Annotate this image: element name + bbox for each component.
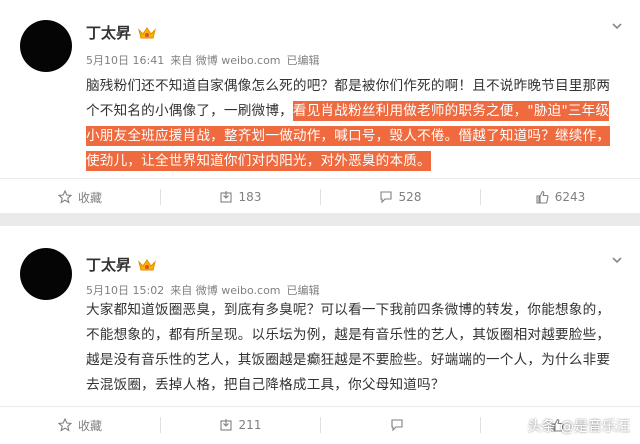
chevron-down-icon[interactable] xyxy=(610,252,624,266)
post-date[interactable]: 5月10日 15:02 xyxy=(86,282,164,298)
post-text: 大家都知道饭圈恶臭，到底有多臭呢？可以看一下我前四条微博的转发，你能想象的，不能… xyxy=(86,302,611,393)
repost-icon xyxy=(219,419,232,431)
vip-crown-icon xyxy=(137,257,157,273)
repost-count: 211 xyxy=(238,418,262,432)
post-content: 脑残粉们还不知道自家偶像怎么死的吧？都是被你们作死的啊！且不说昨晚节目里那两个不… xyxy=(86,74,621,174)
like-button[interactable]: 6243 xyxy=(480,179,640,215)
comment-icon xyxy=(391,419,403,432)
author-name[interactable]: 丁太昇 xyxy=(86,22,157,43)
comment-button[interactable] xyxy=(320,407,480,443)
watermark: 头条 @是音乐汪 xyxy=(528,416,630,436)
collect-label: 收藏 xyxy=(77,418,102,433)
thumbs-up-icon xyxy=(536,190,549,204)
post-source[interactable]: 来自 微博 weibo.com xyxy=(170,52,280,68)
post-date[interactable]: 5月10日 16:41 xyxy=(86,52,164,68)
collect-button[interactable]: 收藏 xyxy=(0,407,160,443)
collect-label: 收藏 xyxy=(77,190,102,205)
repost-count: 183 xyxy=(238,190,262,204)
star-icon xyxy=(57,418,72,432)
edited-label: 已编辑 xyxy=(286,284,320,297)
vip-crown-icon xyxy=(137,25,157,41)
weibo-post-1: 丁太昇 5月10日 16:41 来自 微博 weibo.com 已编辑 脑残粉们… xyxy=(0,0,640,213)
collect-button[interactable]: 收藏 xyxy=(0,179,160,215)
repost-button[interactable]: 183 xyxy=(160,179,320,215)
edited-label: 已编辑 xyxy=(286,54,320,67)
post-meta: 5月10日 16:41 来自 微博 weibo.com 已编辑 xyxy=(86,52,320,68)
chevron-down-icon[interactable] xyxy=(610,18,624,32)
author-name-text[interactable]: 丁太昇 xyxy=(86,22,131,43)
watermark-text: 头条 @是音乐汪 xyxy=(527,419,630,435)
avatar[interactable] xyxy=(20,248,72,300)
post-actions: 收藏 183 528 6243 xyxy=(0,178,640,215)
author-name[interactable]: 丁太昇 xyxy=(86,254,157,275)
like-count: 6243 xyxy=(554,190,586,204)
author-name-text[interactable]: 丁太昇 xyxy=(86,254,131,275)
repost-icon xyxy=(219,191,232,203)
repost-button[interactable]: 211 xyxy=(160,407,320,443)
avatar[interactable] xyxy=(20,20,72,72)
star-icon xyxy=(57,190,72,204)
post-source[interactable]: 来自 微博 weibo.com xyxy=(170,282,280,298)
comment-button[interactable]: 528 xyxy=(320,179,480,215)
comment-count: 528 xyxy=(398,190,422,204)
post-content-2: 大家都知道饭圈恶臭，到底有多臭呢？可以看一下我前四条微博的转发，你能想象的，不能… xyxy=(86,298,621,398)
comment-icon xyxy=(379,191,392,204)
post-meta: 5月10日 15:02 来自 微博 weibo.com 已编辑 xyxy=(86,282,320,298)
